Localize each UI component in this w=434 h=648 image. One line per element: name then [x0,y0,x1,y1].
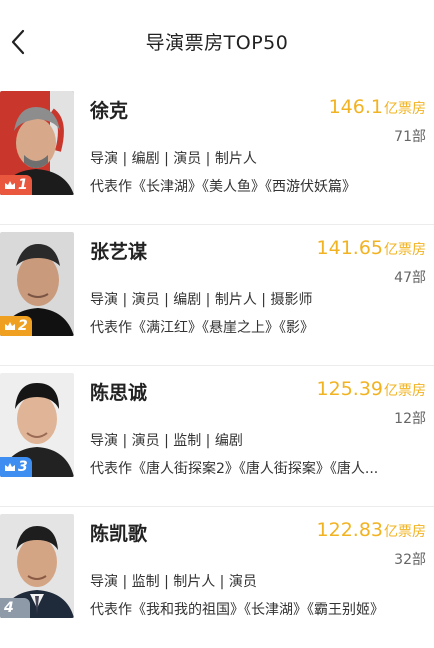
director-name: 陈思诚 [90,382,148,404]
crown-icon [5,181,15,189]
film-count: 12部 [394,411,426,427]
rank-number: 2 [18,318,28,334]
list-item[interactable]: 2 张艺谋 141.65亿票房 47部 导演 | 演员 | 编剧 | 制片人 |… [0,225,434,366]
rank-badge: 1 [0,175,32,195]
director-list: 1 徐克 146.1亿票房 71部 导演 | 编剧 | 演员 | 制片人 代表作… [0,84,434,648]
representative-works: 代表作《满江红》《悬崖之上》《影》 [90,320,314,336]
box-office-value: 141.65 [316,237,383,259]
representative-works: 代表作《唐人街探案2》《唐人街探案》《唐人... [90,461,379,477]
rank-number: 1 [18,177,28,193]
box-office-value: 125.39 [316,378,383,400]
box-office: 122.83亿票房 [317,519,426,541]
film-count: 71部 [394,129,426,145]
rank-badge: 2 [0,316,32,336]
list-item[interactable]: 3 陈思诚 125.39亿票房 12部 导演 | 演员 | 监制 | 编剧 代表… [0,366,434,507]
rank-number: 4 [4,600,14,616]
header: 导演票房TOP50 [0,0,434,84]
avatar: 3 [0,373,74,477]
roles: 导演 | 演员 | 编剧 | 制片人 | 摄影师 [90,292,313,308]
roles: 导演 | 编剧 | 演员 | 制片人 [90,151,257,167]
avatar: 4 [0,514,74,618]
rank-number: 3 [18,459,28,475]
crown-icon [5,322,15,330]
box-office-unit: 亿票房 [384,524,426,540]
avatar: 2 [0,232,74,336]
roles: 导演 | 演员 | 监制 | 编剧 [90,433,243,449]
representative-works: 代表作《我和我的祖国》《长津湖》《霸王别姬》 [90,602,384,618]
page-title: 导演票房TOP50 [145,32,289,54]
avatar: 1 [0,91,74,195]
rank-badge: 3 [0,457,32,477]
representative-works: 代表作《长津湖》《美人鱼》《西游伏妖篇》 [90,179,356,195]
roles: 导演 | 监制 | 制片人 | 演员 [90,574,257,590]
list-item[interactable]: 4 陈凯歌 122.83亿票房 32部 导演 | 监制 | 制片人 | 演员 代… [0,507,434,648]
list-item[interactable]: 1 徐克 146.1亿票房 71部 导演 | 编剧 | 演员 | 制片人 代表作… [0,84,434,225]
box-office-value: 122.83 [316,519,383,541]
rank-badge: 4 [0,598,30,618]
box-office: 141.65亿票房 [317,237,426,259]
box-office-unit: 亿票房 [384,101,426,117]
director-name: 徐克 [90,100,129,122]
film-count: 32部 [394,552,426,568]
director-name: 张艺谋 [90,241,148,263]
box-office: 146.1亿票房 [329,96,426,118]
box-office-value: 146.1 [328,96,383,118]
director-name: 陈凯歌 [90,523,148,545]
film-count: 47部 [394,270,426,286]
box-office-unit: 亿票房 [384,383,426,399]
box-office: 125.39亿票房 [317,378,426,400]
crown-icon [5,463,15,471]
box-office-unit: 亿票房 [384,242,426,258]
